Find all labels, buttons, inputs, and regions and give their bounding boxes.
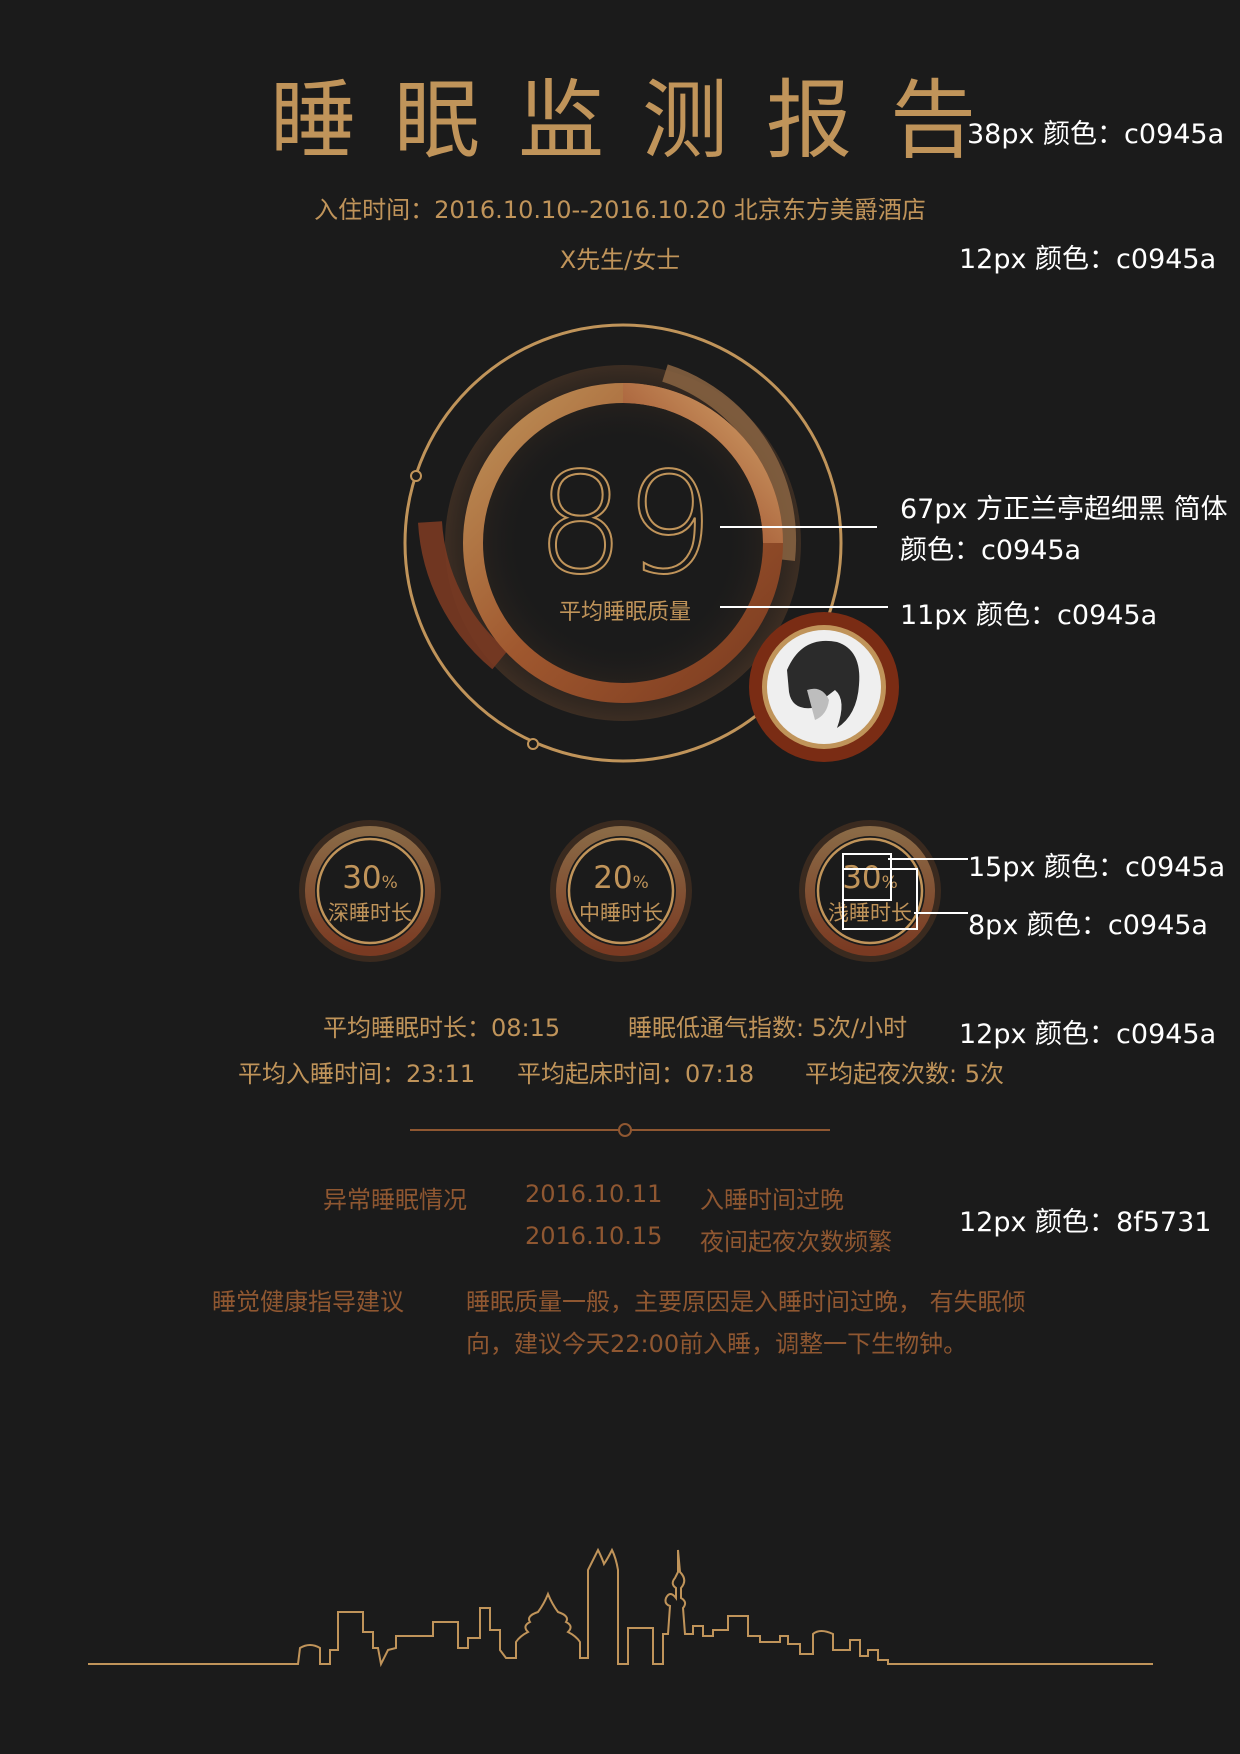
portrait-icon [787, 640, 860, 728]
stay-info: 入住时间：2016.10.10--2016.10.20 北京东方美爵酒店 [314, 196, 926, 224]
avatar[interactable] [749, 612, 899, 762]
abnormal-spec-note: 12px 颜色：8f5731 [959, 1207, 1212, 1238]
title-spec-note: 38px 颜色：c0945a [967, 119, 1225, 150]
stats-spec-note: 12px 颜色：c0945a [959, 1019, 1217, 1050]
mid-sleep-percent: 20% [593, 860, 649, 896]
abnormal-title: 异常睡眠情况 [323, 1186, 467, 1214]
abnormal-desc-2: 夜间起夜次数频繁 [700, 1228, 892, 1256]
report-title: 睡眠监测报告 [270, 71, 1014, 171]
mid-sleep-label: 中睡时长 [579, 901, 663, 925]
score-spec-note-line1: 67px 方正兰亭超细黑 简体 [900, 494, 1228, 525]
ring-label-spec-note: 8px 颜色：c0945a [968, 910, 1208, 941]
label-spec-box [842, 868, 918, 930]
score-spec-note-line2: 颜色：c0945a [900, 535, 1082, 566]
abnormal-date-1: 2016.10.11 [525, 1180, 663, 1208]
hypopnea-index: 睡眠低通气指数: 5次/小时 [628, 1014, 908, 1042]
score-value: 89 [535, 443, 715, 606]
abnormal-desc-1: 入睡时间过晚 [700, 1186, 844, 1214]
deep-sleep-label: 深睡时长 [328, 901, 412, 925]
deep-sleep-percent: 30% [342, 860, 398, 896]
city-skyline-illustration [88, 1547, 1153, 1668]
score-label: 平均睡眠质量 [558, 600, 691, 625]
ring-num-spec-note: 15px 颜色：c0945a [968, 852, 1226, 883]
section-divider [410, 1123, 830, 1137]
subtitle-spec-note: 12px 颜色：c0945a [959, 244, 1217, 275]
night-wake-count: 平均起夜次数: 5次 [805, 1060, 1004, 1088]
avg-sleep-time: 平均入睡时间：23:11 [238, 1060, 476, 1088]
avg-sleep-duration: 平均睡眠时长：08:15 [323, 1014, 561, 1042]
advice-line-2: 向，建议今天22:00前入睡，调整一下生物钟。 [466, 1330, 968, 1358]
abnormal-date-2: 2016.10.15 [525, 1222, 663, 1250]
score-label-spec-note: 11px 颜色：c0945a [900, 600, 1158, 631]
advice-title: 睡觉健康指导建议 [212, 1288, 404, 1316]
label-spec-leader [914, 912, 968, 914]
num-spec-leader [888, 858, 968, 860]
avg-wake-time: 平均起床时间：07:18 [517, 1060, 755, 1088]
advice-line-1: 睡眠质量一般，主要原因是入睡时间过晚， 有失眠倾 [466, 1288, 1026, 1316]
